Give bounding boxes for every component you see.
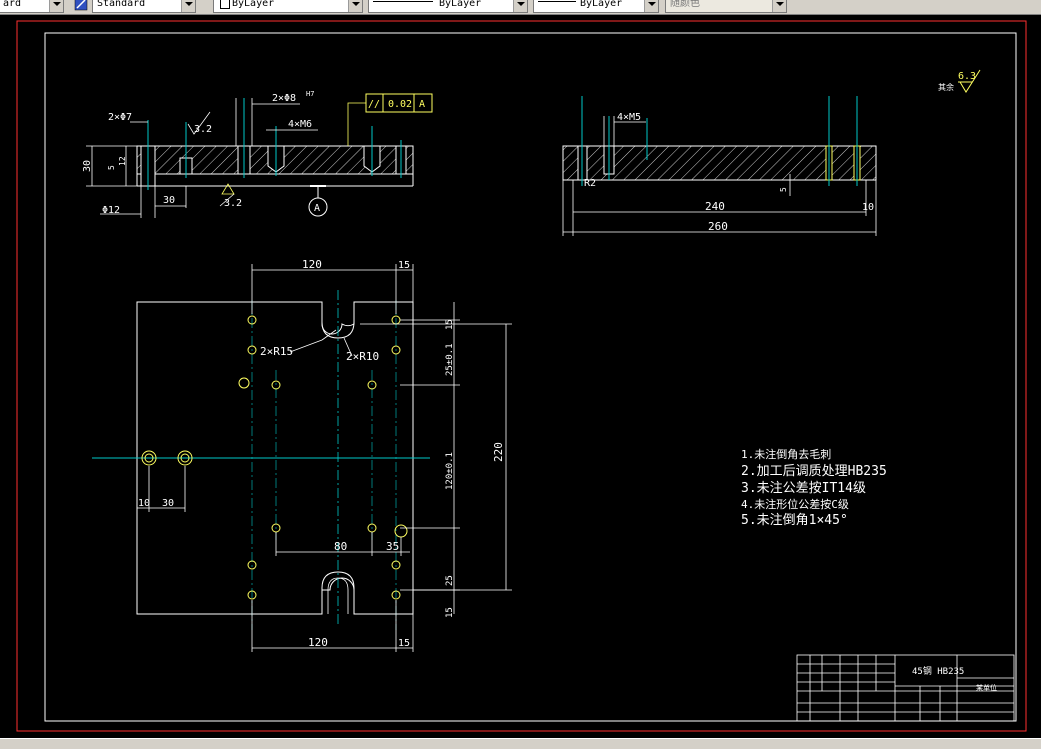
svg-text:2×R15: 2×R15	[260, 345, 293, 358]
note-item: 1.未注倒角去毛刺	[741, 447, 831, 461]
status-bar	[0, 738, 1041, 749]
svg-text:80: 80	[334, 540, 347, 553]
svg-text:H7: H7	[306, 90, 314, 98]
svg-text:120±0.1: 120±0.1	[445, 452, 455, 490]
svg-text:0.02: 0.02	[388, 99, 412, 110]
color-swatch-icon	[220, 0, 230, 9]
hole-callout-label: 4×M6	[288, 119, 312, 130]
linetype-preview-icon	[373, 1, 433, 2]
drawing-canvas[interactable]: A 3.2 3.2 // 0.02 A 2×Φ8 H7 4×M6 2×Φ7 30…	[0, 15, 1041, 738]
svg-text:35: 35	[386, 540, 399, 553]
svg-text:A: A	[419, 99, 425, 110]
gdt-frame: // 0.02 A	[347, 93, 433, 146]
chevron-down-icon[interactable]	[513, 0, 527, 12]
svg-text:6.3: 6.3	[958, 71, 976, 82]
svg-text:5: 5	[779, 187, 788, 192]
dimension-style-combo[interactable]: Standard	[92, 0, 196, 13]
linetype-combo[interactable]: ByLayer	[368, 0, 528, 13]
svg-text:30: 30	[82, 160, 93, 172]
note-item: 2.加工后调质处理HB235	[741, 464, 887, 479]
datum-label: A	[314, 203, 320, 214]
svg-text:45钢 HB235: 45钢 HB235	[912, 665, 964, 677]
svg-text:Φ12: Φ12	[102, 205, 120, 216]
svg-text:15: 15	[445, 607, 455, 618]
plot-style-combo[interactable]: 随颜色	[665, 0, 787, 13]
svg-text:5: 5	[107, 165, 116, 170]
roughness-note: 其余 6.3	[938, 69, 981, 93]
chevron-down-icon[interactable]	[181, 0, 195, 12]
note-item: 5.未注倒角1×45°	[741, 513, 848, 528]
chevron-down-icon[interactable]	[49, 0, 63, 12]
text-style-combo[interactable]: ard	[0, 0, 64, 13]
svg-text:120: 120	[302, 258, 322, 271]
outer-sheet-frame	[16, 20, 1027, 732]
svg-text:R2: R2	[584, 178, 596, 189]
layer-color-combo[interactable]: ByLayer	[213, 0, 363, 13]
chevron-down-icon[interactable]	[772, 0, 786, 12]
svg-text:25±0.1: 25±0.1	[445, 343, 455, 376]
chevron-down-icon[interactable]	[348, 0, 362, 12]
svg-text:220: 220	[492, 442, 505, 462]
lineweight-combo[interactable]: ByLayer	[533, 0, 659, 13]
note-item: 3.未注公差按IT14级	[741, 481, 866, 496]
side-section-view: 4×M5 R2 5 240 10 260	[562, 96, 877, 236]
svg-text:120: 120	[308, 636, 328, 649]
svg-text:3.2: 3.2	[194, 124, 212, 135]
svg-text:240: 240	[705, 200, 725, 213]
hole-callout-label: 4×M5	[617, 112, 641, 123]
hole-callout-label: 2×Φ7	[108, 112, 132, 123]
svg-text:某单位: 某单位	[976, 683, 997, 692]
lineweight-preview-icon	[538, 1, 576, 2]
front-section-view: A 3.2 3.2 // 0.02 A 2×Φ8 H7 4×M6 2×Φ7 30…	[82, 90, 433, 218]
properties-toolbar: ard Standard ByLayer ByLayer ByLayer 随颜色	[0, 0, 1041, 15]
plan-view: 120 15 15 25±0.1 220 120±0.1 25 15 2×R15…	[92, 258, 512, 652]
svg-text:其余: 其余	[938, 82, 954, 92]
svg-text:10: 10	[138, 498, 150, 509]
svg-text:30: 30	[163, 195, 175, 206]
svg-text:260: 260	[708, 220, 728, 233]
svg-text:30: 30	[162, 498, 174, 509]
svg-text:12: 12	[118, 156, 127, 166]
svg-text:15: 15	[398, 638, 410, 649]
svg-text:15: 15	[398, 260, 410, 271]
svg-text:15: 15	[445, 319, 455, 330]
hole-callout-label: 2×Φ8	[272, 93, 296, 104]
dimstyle-icon[interactable]	[74, 0, 88, 11]
title-block: 45钢 HB235 某单位	[796, 654, 1015, 722]
note-item: 4.未注形位公差按C级	[741, 497, 849, 511]
svg-text:10: 10	[862, 202, 874, 213]
technical-notes: 1.未注倒角去毛刺 2.加工后调质处理HB235 3.未注公差按IT14级 4.…	[741, 447, 887, 528]
svg-text://: //	[368, 99, 380, 110]
svg-text:25: 25	[445, 575, 455, 586]
svg-text:2×R10: 2×R10	[346, 350, 379, 363]
inner-drawing-frame	[44, 32, 1017, 722]
svg-text:3.2: 3.2	[224, 198, 242, 209]
chevron-down-icon[interactable]	[644, 0, 658, 12]
